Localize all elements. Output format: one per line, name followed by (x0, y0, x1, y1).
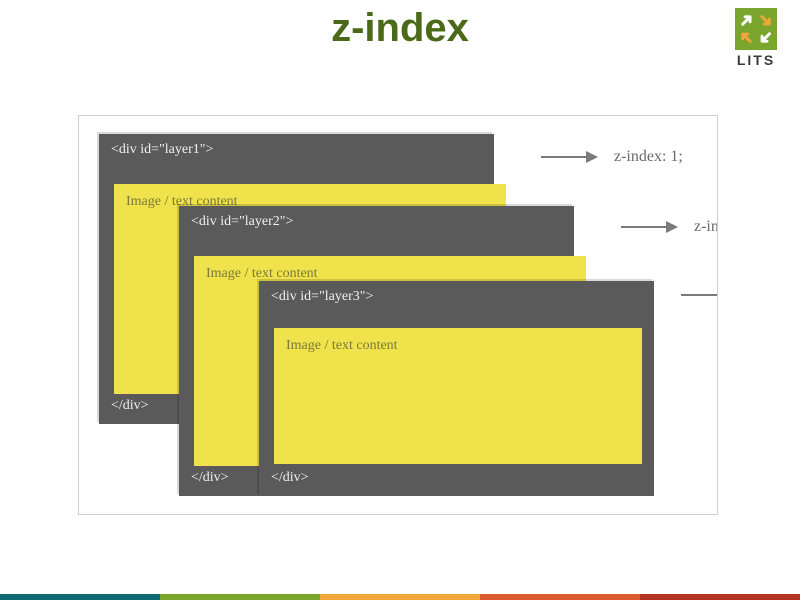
annotation-2: z-inde (694, 218, 718, 236)
layer3-content: Image / text content (274, 328, 642, 464)
footer-seg-5 (640, 594, 800, 600)
slide: z-index ➜➜ ➜➜ LITS <div id="layer1"> Ima… (0, 0, 800, 600)
layer-3: <div id="layer3"> Image / text content <… (259, 281, 654, 496)
layer2-close-tag: </div> (191, 470, 229, 486)
layer1-close-tag: </div> (111, 398, 149, 414)
layer2-open-tag: <div id="layer2"> (191, 214, 293, 230)
arrow-layer1: z-index: 1; (541, 148, 683, 166)
lits-logo-icon: ➜➜ ➜➜ (735, 8, 777, 50)
footer-seg-4 (480, 594, 640, 600)
footer-seg-2 (160, 594, 320, 600)
layer3-close-tag: </div> (271, 470, 309, 486)
diagram-frame: <div id="layer1"> Image / text content <… (78, 115, 718, 515)
arrow-layer3 (681, 294, 718, 296)
arrow-layer2: z-inde (621, 218, 718, 236)
footer-seg-3 (320, 594, 480, 600)
logo: ➜➜ ➜➜ LITS (730, 8, 782, 68)
footer-seg-1 (0, 594, 160, 600)
page-title: z-index (0, 6, 800, 51)
arrow-icon (541, 156, 596, 158)
annotation-1: z-index: 1; (614, 148, 683, 166)
logo-text: LITS (730, 52, 782, 68)
footer-accent-bar (0, 594, 800, 600)
arrow-icon (681, 294, 718, 296)
arrow-icon (621, 226, 676, 228)
layer3-open-tag: <div id="layer3"> (271, 289, 373, 305)
layer1-open-tag: <div id="layer1"> (111, 142, 213, 158)
